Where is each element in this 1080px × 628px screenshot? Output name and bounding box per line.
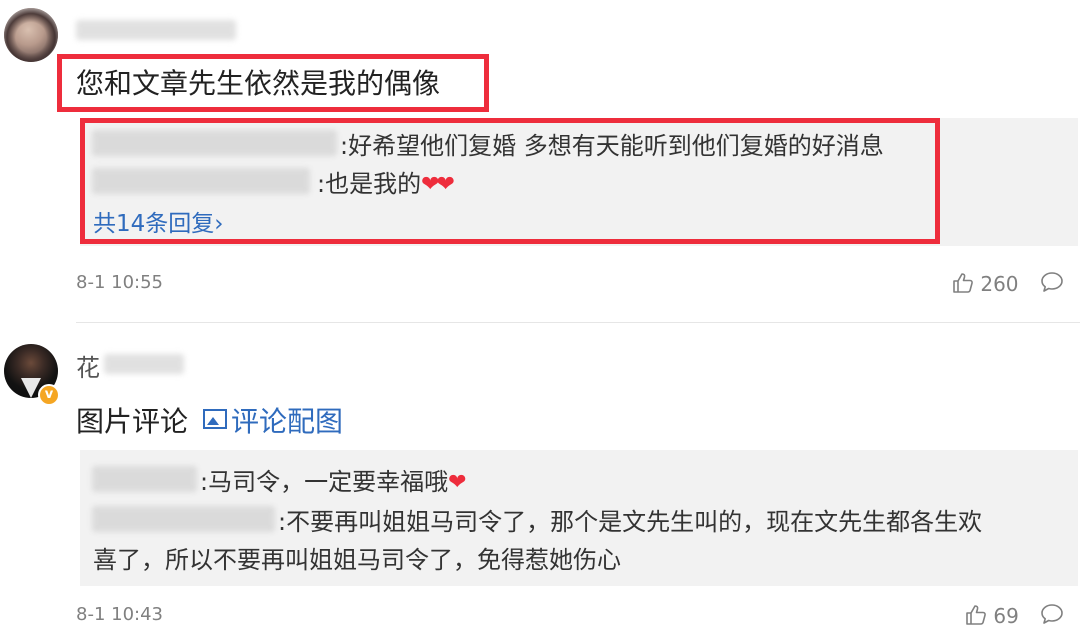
reply-text: 喜了，所以不要再叫姐姐马司令了，免得惹她伤心 [93, 546, 621, 574]
username[interactable]: 花 [76, 348, 100, 383]
like-button[interactable]: 69 [965, 604, 1019, 628]
avatar[interactable] [4, 8, 58, 62]
username-redacted [76, 20, 236, 40]
reply-button[interactable] [1040, 603, 1064, 626]
speech-bubble-icon [1041, 604, 1063, 624]
speech-bubble-icon [1041, 272, 1063, 292]
reply-text: :不要再叫姐姐马司令了，那个是文先生叫的，现在文先生都各生欢 [278, 508, 983, 536]
like-button[interactable]: 260 [952, 272, 1019, 296]
thumbs-up-icon [966, 605, 986, 625]
highlight-box [57, 54, 489, 112]
heart-emoji-icon: ❤ [448, 470, 467, 495]
avatar-photo [4, 8, 58, 62]
reply-username-redacted [92, 506, 275, 532]
timestamp: 8-1 10:55 [76, 272, 163, 293]
thumbs-up-icon [953, 273, 973, 293]
image-link[interactable]: 评论配图 [203, 400, 343, 440]
reply-username-redacted [92, 466, 197, 492]
timestamp: 8-1 10:43 [76, 604, 163, 625]
image-link-label: 评论配图 [231, 405, 344, 438]
image-icon [203, 409, 227, 429]
comment-text: 图片评论 [76, 405, 189, 438]
verified-badge-icon: v [38, 384, 60, 406]
reply-item: :马司令，一定要幸福哦❤ [200, 462, 467, 497]
username-redacted [104, 354, 184, 374]
reply-button[interactable] [1040, 271, 1064, 294]
highlight-box [80, 118, 940, 244]
like-count: 260 [980, 272, 1019, 296]
like-count: 69 [993, 604, 1019, 628]
divider [76, 322, 1080, 323]
reply-text: :马司令，一定要幸福哦 [200, 468, 449, 496]
